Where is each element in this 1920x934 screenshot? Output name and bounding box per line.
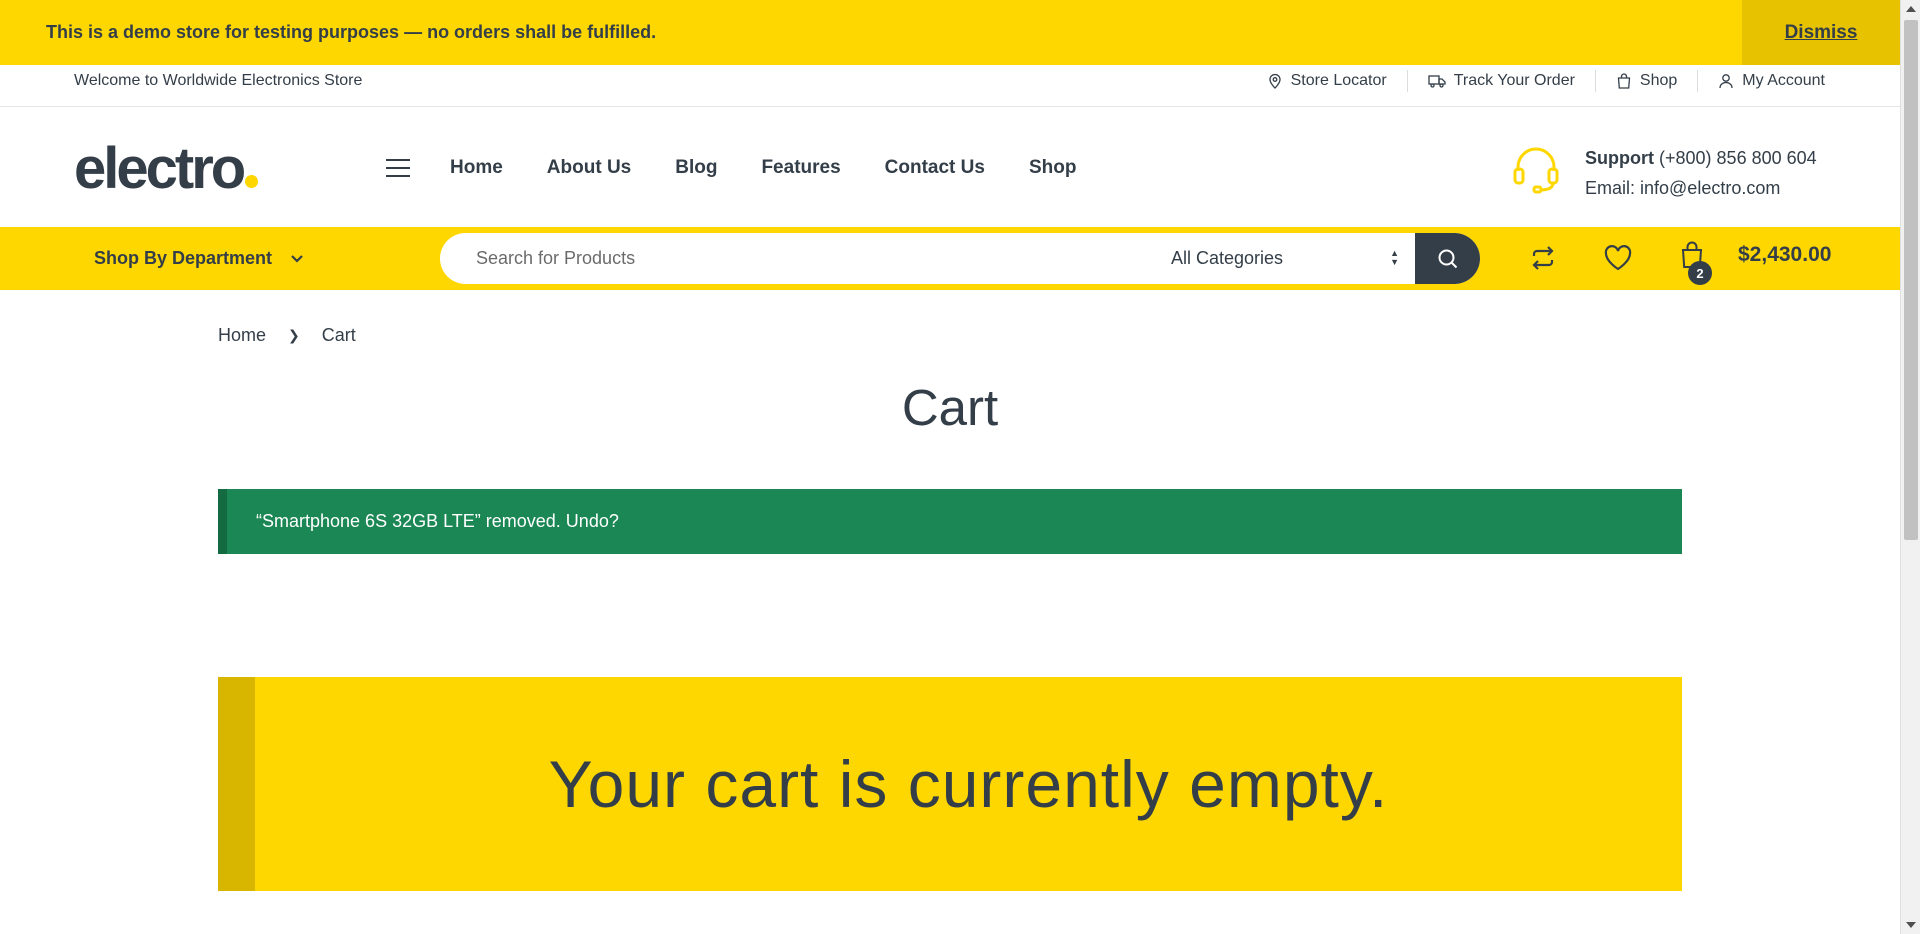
top-bar: Welcome to Worldwide Electronics Store S… bbox=[0, 65, 1900, 107]
compare-icon[interactable] bbox=[1528, 243, 1558, 273]
empty-cart-text: Your cart is currently empty. bbox=[548, 747, 1389, 821]
top-links: Store Locator Track Your Order Shop My A… bbox=[1247, 70, 1825, 92]
logo-dot bbox=[245, 175, 259, 188]
user-icon bbox=[1719, 74, 1733, 89]
shop-label: Shop bbox=[1639, 72, 1678, 89]
search-input[interactable] bbox=[476, 233, 1156, 284]
welcome-message: Welcome to Worldwide Electronics Store bbox=[74, 72, 363, 89]
chevron-down-icon bbox=[291, 254, 303, 263]
shop-link[interactable]: Shop bbox=[1596, 70, 1699, 92]
wishlist-heart-icon[interactable] bbox=[1603, 243, 1633, 273]
support-email: Email: info@electro.com bbox=[1585, 178, 1781, 198]
nav-about-us[interactable]: About Us bbox=[547, 157, 631, 179]
cart-removed-notice: “Smartphone 6S 32GB LTE” removed. Undo? bbox=[218, 489, 1682, 554]
shopping-bag-icon bbox=[1617, 73, 1631, 89]
scroll-down-arrow-icon[interactable] bbox=[1906, 922, 1916, 928]
support-info: Support (+800) 856 800 604 Email: info@e… bbox=[1585, 143, 1817, 203]
category-selected: All Categories bbox=[1171, 248, 1284, 268]
truck-icon bbox=[1428, 75, 1446, 88]
breadcrumb-home[interactable]: Home bbox=[218, 325, 266, 346]
chevron-right-icon: ❯ bbox=[288, 327, 300, 343]
category-select[interactable]: All Categories ▲ ▼ bbox=[1171, 233, 1411, 284]
scroll-up-arrow-icon[interactable] bbox=[1906, 6, 1916, 12]
nav-blog[interactable]: Blog bbox=[675, 157, 717, 179]
undo-link[interactable]: “Smartphone 6S 32GB LTE” removed. Undo? bbox=[256, 511, 619, 532]
demo-store-notice: This is a demo store for testing purpose… bbox=[0, 0, 1900, 65]
track-order-label: Track Your Order bbox=[1453, 72, 1575, 89]
logo-text: electro bbox=[74, 136, 246, 201]
nav-features[interactable]: Features bbox=[761, 157, 840, 179]
department-search-bar: Shop By Department All Categories ▲▼ 2 $… bbox=[0, 227, 1900, 290]
department-label: Shop By Department bbox=[94, 248, 273, 268]
nav-shop[interactable]: Shop bbox=[1029, 157, 1077, 179]
my-account-label: My Account bbox=[1742, 72, 1825, 89]
store-locator-label: Store Locator bbox=[1290, 72, 1387, 89]
main-navigation: Home About Us Blog Features Contact Us S… bbox=[450, 157, 1076, 179]
scrollbar-thumb[interactable] bbox=[1904, 20, 1918, 540]
shop-by-department-button[interactable]: Shop By Department bbox=[94, 248, 304, 269]
select-arrows-icon: ▲ ▼ bbox=[1390, 248, 1399, 267]
cart-count-badge: 2 bbox=[1688, 261, 1712, 285]
my-account-link[interactable]: My Account bbox=[1698, 70, 1825, 92]
vertical-scrollbar[interactable] bbox=[1900, 0, 1920, 934]
support-label: Support bbox=[1585, 148, 1654, 168]
nav-home[interactable]: Home bbox=[450, 157, 503, 179]
hamburger-menu-icon[interactable] bbox=[386, 159, 410, 177]
track-order-link[interactable]: Track Your Order bbox=[1408, 70, 1596, 92]
nav-contact-us[interactable]: Contact Us bbox=[885, 157, 985, 179]
demo-notice-text: This is a demo store for testing purpose… bbox=[46, 22, 657, 42]
dismiss-button[interactable]: Dismiss bbox=[1742, 0, 1900, 65]
page-title: Cart bbox=[901, 379, 999, 436]
empty-cart-message: Your cart is currently empty. bbox=[218, 677, 1682, 891]
mini-cart[interactable]: 2 $2,430.00 bbox=[1680, 241, 1832, 285]
search-form: All Categories ▲▼ bbox=[440, 233, 1480, 284]
breadcrumb-current: Cart bbox=[321, 325, 356, 345]
search-icon bbox=[1438, 249, 1457, 268]
map-pin-icon bbox=[1268, 73, 1281, 89]
support-phone: (+800) 856 800 604 bbox=[1659, 148, 1817, 168]
breadcrumb: Home ❯ Cart bbox=[218, 325, 356, 346]
cart-total: $2,430.00 bbox=[1738, 243, 1832, 266]
search-button[interactable] bbox=[1415, 233, 1480, 284]
site-header: electro Home About Us Blog Features Cont… bbox=[0, 107, 1900, 227]
electro-logo[interactable]: electro bbox=[74, 135, 259, 202]
store-locator-link[interactable]: Store Locator bbox=[1247, 70, 1408, 92]
headset-icon bbox=[1513, 147, 1559, 194]
